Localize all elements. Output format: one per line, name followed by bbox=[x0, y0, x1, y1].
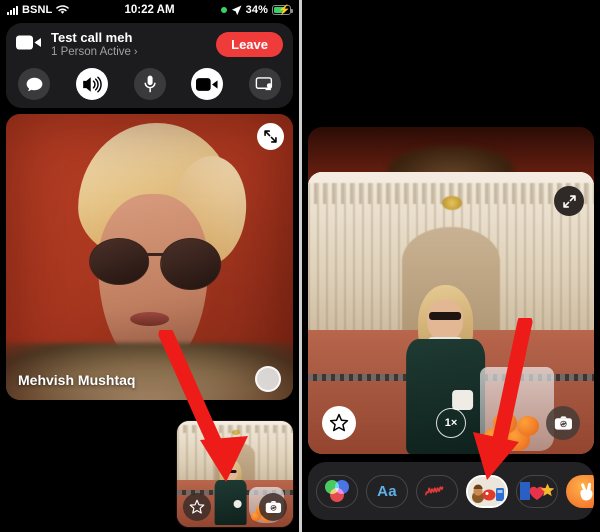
camera-button[interactable] bbox=[191, 68, 224, 100]
video-camera-icon bbox=[196, 77, 218, 91]
memoji-avatar-icon bbox=[468, 476, 506, 506]
microphone-icon bbox=[143, 75, 156, 93]
left-phone-screen: BSNL 10:22 AM 34% ⚡ Test call meh 1 Pers… bbox=[0, 0, 299, 532]
speaker-button[interactable] bbox=[75, 68, 108, 100]
filters-effect-button[interactable] bbox=[316, 474, 358, 508]
main-video-feed[interactable]: Mehvish Mushtaq bbox=[6, 114, 293, 400]
location-arrow-icon bbox=[231, 5, 242, 15]
star-effects-icon bbox=[329, 413, 349, 432]
video-camera-icon bbox=[16, 34, 42, 56]
speaker-icon bbox=[82, 75, 102, 92]
status-bar-left: BSNL bbox=[7, 4, 70, 16]
call-header-card: Test call meh 1 Person Active › Leave bbox=[6, 23, 293, 108]
doodle-effect-button[interactable] bbox=[416, 474, 458, 508]
chat-bubble-icon bbox=[26, 77, 42, 91]
green-status-dot-icon bbox=[220, 7, 227, 13]
avatar-effect-button[interactable] bbox=[466, 474, 508, 508]
carrier-label: BSNL bbox=[22, 4, 53, 16]
flip-camera-icon bbox=[265, 501, 281, 513]
gestures-effect-button[interactable] bbox=[566, 474, 594, 508]
effects-button[interactable] bbox=[322, 406, 356, 440]
status-bar-right: 34% ⚡ bbox=[220, 4, 293, 16]
text-effect-button[interactable]: Aa bbox=[366, 474, 408, 508]
effects-tray: Aa bbox=[308, 462, 594, 520]
collapse-button[interactable] bbox=[554, 186, 584, 216]
call-subtitle[interactable]: 1 Person Active › bbox=[51, 45, 207, 59]
call-info: Test call meh 1 Person Active › bbox=[51, 30, 207, 59]
zoom-level-button[interactable]: 1× bbox=[436, 408, 466, 438]
effects-button[interactable] bbox=[183, 493, 211, 521]
self-view-expanded[interactable]: 1× bbox=[308, 172, 594, 454]
leave-button[interactable]: Leave bbox=[216, 32, 283, 57]
active-participants-label: 1 Person Active bbox=[51, 46, 131, 58]
collapse-arrows-icon bbox=[562, 194, 576, 208]
battery-percent-label: 34% bbox=[245, 4, 268, 16]
chat-button[interactable] bbox=[18, 68, 50, 100]
cellular-signal-icon bbox=[7, 5, 18, 15]
status-bar: BSNL 10:22 AM 34% ⚡ bbox=[0, 0, 299, 20]
stickers-effect-button[interactable] bbox=[516, 474, 558, 508]
microphone-button[interactable] bbox=[133, 68, 166, 100]
heart-star-sticker-icon bbox=[520, 482, 554, 500]
call-title: Test call meh bbox=[51, 30, 133, 45]
participant-name-label: Mehvish Mushtaq bbox=[18, 372, 136, 388]
scribble-icon bbox=[425, 486, 444, 496]
screenshot-root: BSNL 10:22 AM 34% ⚡ Test call meh 1 Pers… bbox=[0, 0, 600, 532]
battery-charging-icon: ⚡ bbox=[272, 5, 293, 16]
peace-hand-icon bbox=[580, 482, 593, 500]
text-aa-icon: Aa bbox=[377, 482, 397, 500]
record-shutter-button[interactable] bbox=[255, 366, 281, 392]
share-screen-button[interactable] bbox=[249, 68, 281, 100]
chevron-right-icon: › bbox=[133, 46, 138, 58]
call-controls-row bbox=[16, 68, 283, 100]
screen-share-icon bbox=[255, 76, 273, 90]
wifi-icon bbox=[56, 5, 70, 14]
self-view-thumbnail[interactable] bbox=[177, 421, 293, 527]
call-header-row: Test call meh 1 Person Active › Leave bbox=[16, 30, 283, 59]
expand-button[interactable] bbox=[257, 123, 284, 150]
flip-camera-button[interactable] bbox=[546, 406, 580, 440]
expand-arrows-icon bbox=[264, 130, 277, 143]
rgb-circles-icon bbox=[325, 480, 349, 502]
flip-camera-icon bbox=[554, 416, 572, 430]
right-phone-screen: 1× Aa bbox=[302, 0, 600, 532]
flip-camera-button[interactable] bbox=[259, 493, 287, 521]
star-effects-icon bbox=[189, 499, 205, 514]
